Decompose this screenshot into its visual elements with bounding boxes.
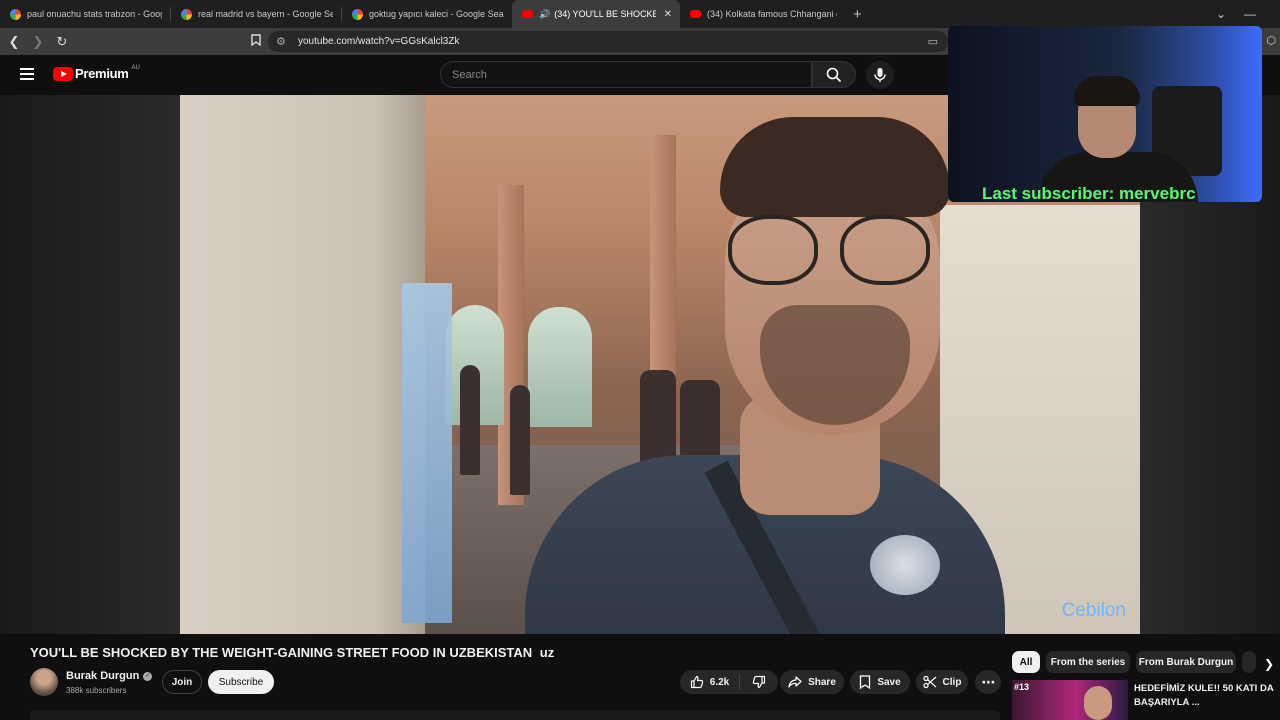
youtube-premium-logo[interactable]: Premium AU (53, 64, 140, 81)
window-controls: ⌄ — (1216, 0, 1280, 28)
speaker-icon[interactable]: 🔊 (539, 9, 550, 20)
google-icon (352, 8, 363, 20)
chip-overflow[interactable] (1242, 651, 1256, 673)
bookmark-icon[interactable] (246, 34, 266, 49)
verified-icon: ✓ (143, 671, 153, 681)
voice-search-button[interactable] (866, 61, 894, 89)
share-button[interactable]: Share (780, 670, 844, 694)
youtube-play-icon (53, 66, 73, 81)
scissors-icon (922, 675, 936, 689)
video-person-glasses (728, 215, 948, 285)
thumbnail-face (1084, 686, 1112, 720)
youtube-icon (690, 10, 701, 18)
site-info-icon[interactable]: ⚙ (276, 35, 298, 48)
chevron-right-icon[interactable]: ❯ (1264, 657, 1274, 671)
ambient-left (0, 95, 180, 634)
minimize-icon[interactable]: — (1244, 7, 1256, 21)
browser-tab[interactable]: real madrid vs bayern - Google Searc (171, 0, 341, 28)
video-title: YOU'LL BE SHOCKED BY THE WEIGHT-GAINING … (30, 645, 554, 660)
channel-name[interactable]: Burak Durgun ✓ (66, 670, 153, 682)
like-dislike-group: 6.2k (680, 670, 778, 694)
search-button[interactable] (812, 61, 856, 88)
video-title-flag: uz (539, 645, 555, 660)
forward-icon[interactable]: ❯ (28, 34, 48, 50)
chip-all[interactable]: All (1012, 651, 1040, 673)
webcam-overlay: Last subscriber: mervebrc (948, 26, 1262, 202)
video-scene-arch (528, 307, 592, 427)
streamer-hair (1074, 76, 1140, 106)
new-tab-icon[interactable]: + (853, 6, 862, 23)
thumbs-up-icon (690, 675, 704, 689)
video-scene-person (460, 365, 480, 475)
more-icon: ⋯ (981, 673, 996, 690)
url-text: youtube.com/watch?v=GGsKalcl3Zk (298, 36, 460, 47)
chip-from-channel[interactable]: From Burak Durgun (1136, 651, 1236, 673)
more-actions-button[interactable]: ⋯ (975, 670, 1001, 694)
chip-from-the-series[interactable]: From the series (1046, 651, 1130, 673)
video-person-hair (720, 117, 950, 217)
description-box-edge (30, 710, 1000, 720)
thumbs-down-icon (752, 675, 766, 689)
extension-icon[interactable]: ⬡ (1266, 34, 1276, 47)
video-watermark: Cebilon (1061, 600, 1126, 621)
google-icon (10, 8, 21, 20)
video-title-text: YOU'LL BE SHOCKED BY THE WEIGHT-GAINING … (30, 645, 533, 660)
tab-title: goktug yapıcı kaleci - Google Search (369, 9, 504, 19)
browser-tab[interactable]: goktug yapıcı kaleci - Google Search (342, 0, 512, 28)
channel-name-text: Burak Durgun (66, 670, 140, 682)
recommendation-title[interactable]: HEDEFİMİZ KULE!! 50 KATI DA BAŞARIYLA ..… (1134, 682, 1274, 710)
browser-tab[interactable]: (34) Kolkata famous Chhangani club (680, 0, 845, 28)
region-code: AU (131, 64, 140, 71)
video-scene-wall (180, 95, 425, 634)
video-scene-cloth (402, 283, 452, 623)
browser-tab[interactable]: paul onuachu stats trabzon - Google (0, 0, 170, 28)
recommendation-thumbnail[interactable]: #13 (1012, 680, 1128, 720)
tab-title: (34) YOU'LL BE SHOCKED BY (554, 9, 656, 19)
channel-avatar[interactable] (30, 668, 58, 696)
like-count: 6.2k (709, 676, 730, 688)
share-label: Share (808, 676, 836, 688)
tab-title: real madrid vs bayern - Google Searc (198, 9, 333, 19)
search-input[interactable]: Search (440, 61, 812, 88)
browser-tab-active[interactable]: 🔊 (34) YOU'LL BE SHOCKED BY ✕ (512, 0, 680, 28)
save-icon (860, 675, 871, 689)
close-icon[interactable]: ✕ (664, 9, 672, 20)
tab-title: (34) Kolkata famous Chhangani club (707, 9, 837, 19)
subscriber-count: 388k subscribers (66, 686, 127, 695)
reload-icon[interactable]: ↻ (52, 34, 72, 50)
share-icon (788, 676, 802, 688)
logo-text: Premium (75, 66, 129, 81)
address-bar[interactable]: ⚙ youtube.com/watch?v=GGsKalcl3Zk ▭ (268, 31, 948, 52)
cast-icon[interactable]: ▭ (928, 35, 938, 48)
thumbnail-badge: #13 (1014, 682, 1030, 692)
microphone-icon (874, 68, 886, 82)
youtube-icon (522, 10, 533, 18)
join-button[interactable]: Join (162, 670, 202, 694)
clip-label: Clip (942, 676, 962, 688)
save-label: Save (877, 676, 901, 688)
tab-title: paul onuachu stats trabzon - Google (27, 9, 162, 19)
menu-icon[interactable] (20, 68, 34, 83)
search-placeholder: Search (452, 68, 487, 81)
video-scene-person (510, 385, 530, 495)
browser-tab-strip: paul onuachu stats trabzon - Google real… (0, 0, 1280, 28)
lapel-microphone (870, 535, 940, 595)
google-icon (181, 8, 192, 20)
clip-button[interactable]: Clip (916, 670, 968, 694)
tab-search-icon[interactable]: ⌄ (1216, 7, 1226, 21)
save-button[interactable]: Save (850, 670, 910, 694)
search-icon (826, 67, 842, 82)
last-subscriber-text: Last subscriber: mervebrc (982, 184, 1196, 202)
dislike-button[interactable] (740, 675, 778, 689)
like-button[interactable]: 6.2k (680, 674, 740, 690)
back-icon[interactable]: ❮ (4, 34, 24, 50)
subscribe-button[interactable]: Subscribe (208, 670, 274, 694)
